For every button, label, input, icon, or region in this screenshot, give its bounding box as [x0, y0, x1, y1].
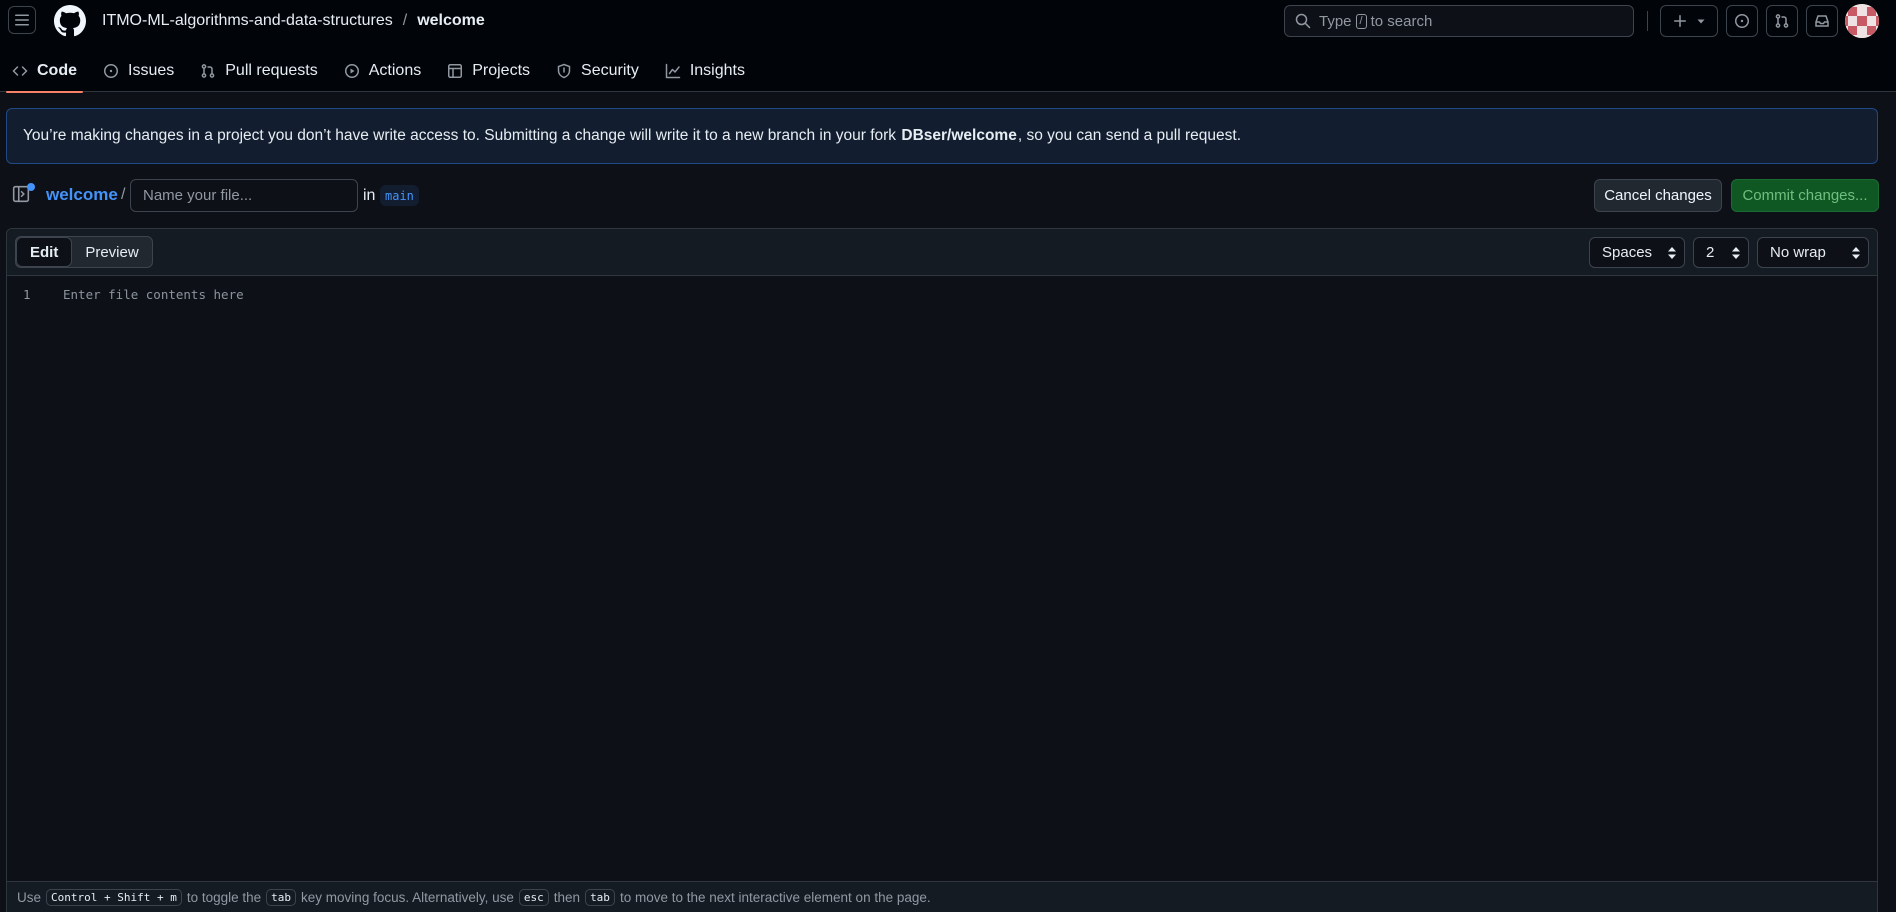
app-header: ITMO-ML-algorithms-and-data-structures /…	[0, 0, 1896, 93]
issues-button[interactable]	[1726, 5, 1758, 37]
inbox-icon	[1815, 15, 1829, 27]
indent-size-select[interactable]: 2	[1693, 237, 1749, 268]
wrap-mode-value: No wrap	[1770, 244, 1826, 261]
issue-icon	[1735, 14, 1749, 28]
avatar[interactable]	[1845, 4, 1879, 38]
tab-label: Code	[37, 62, 77, 79]
issue-opened-icon	[104, 64, 118, 78]
git-pull-request-icon	[201, 64, 215, 78]
menu-button[interactable]	[8, 6, 36, 34]
search-icon	[1295, 13, 1311, 29]
file-bar: welcome / in main Cancel changes Commit …	[0, 178, 1896, 212]
menu-icon	[15, 14, 29, 26]
line-number: 1	[23, 287, 31, 302]
tab-label: Security	[581, 62, 639, 79]
search-suffix: to search	[1370, 12, 1433, 30]
branch-in-label: in	[363, 187, 376, 204]
edit-tab[interactable]: Edit	[16, 237, 73, 267]
table-icon	[448, 64, 463, 78]
repo-link[interactable]: welcome	[417, 12, 485, 30]
tab-pull-requests[interactable]: Pull requests	[188, 50, 330, 92]
pull-request-icon	[1775, 14, 1789, 28]
keyboard-hint-bar: Use Control + Shift + m to toggle the ta…	[7, 881, 1877, 912]
editor-toolbar: Edit Preview Spaces 2 No wrap	[7, 229, 1877, 276]
search-prefix: Type	[1319, 12, 1352, 30]
search-input[interactable]: Type / to search	[1284, 5, 1634, 37]
create-new-button[interactable]	[1660, 5, 1718, 37]
github-logo-icon[interactable]	[54, 5, 86, 37]
path-separator: /	[121, 186, 126, 203]
select-arrows-icon	[1852, 247, 1860, 259]
indent-mode-select[interactable]: Spaces	[1589, 237, 1685, 268]
preview-tab[interactable]: Preview	[72, 237, 151, 267]
plus-icon	[1674, 15, 1686, 27]
hint-text: Use	[17, 890, 42, 905]
shortcut-key: tab	[585, 889, 615, 906]
indent-mode-value: Spaces	[1602, 244, 1653, 261]
tab-actions[interactable]: Actions	[332, 50, 433, 92]
breadcrumb-separator: /	[402, 12, 408, 29]
hint-text: key moving focus. Alternatively, use	[301, 890, 514, 905]
pull-requests-button[interactable]	[1766, 5, 1798, 37]
select-arrows-icon	[1668, 247, 1676, 259]
graph-icon	[665, 63, 681, 79]
tab-issues[interactable]: Issues	[91, 50, 186, 92]
indent-size-value: 2	[1706, 244, 1715, 261]
hint-text: to move to the next interactive element …	[619, 890, 931, 905]
owner-link[interactable]: ITMO-ML-algorithms-and-data-structures	[102, 12, 393, 30]
select-arrows-icon	[1732, 247, 1740, 259]
fork-notice-banner: You’re making changes in a project you d…	[6, 108, 1878, 164]
repo-tabs: Code Issues Pull requests Actions Projec…	[0, 50, 759, 93]
cancel-changes-button[interactable]: Cancel changes	[1594, 179, 1722, 212]
tab-insights[interactable]: Insights	[653, 50, 757, 92]
repo-breadcrumb: ITMO-ML-algorithms-and-data-structures /…	[102, 9, 485, 33]
search-shortcut-key: /	[1355, 13, 1367, 29]
hint-text: to toggle the	[186, 890, 262, 905]
edit-preview-toggle: Edit Preview	[15, 236, 153, 268]
shield-icon	[557, 63, 571, 79]
chevron-down-icon	[1697, 19, 1705, 24]
wrap-mode-select[interactable]: No wrap	[1757, 237, 1869, 268]
tab-label: Actions	[368, 62, 422, 79]
tab-code[interactable]: Code	[0, 50, 89, 93]
tab-label: Pull requests	[225, 62, 318, 79]
hint-text: then	[553, 890, 581, 905]
tab-label: Issues	[128, 62, 175, 79]
fork-name: DBser/welcome	[901, 127, 1017, 144]
tab-projects[interactable]: Projects	[435, 50, 542, 92]
tab-security[interactable]: Security	[544, 50, 651, 92]
file-tree-toggle[interactable]	[12, 183, 35, 205]
inbox-button[interactable]	[1806, 5, 1838, 37]
banner-text: You’re making changes in a project you d…	[23, 127, 897, 144]
notification-dot	[27, 183, 35, 191]
file-editor: Edit Preview Spaces 2 No wrap 1 Enter fi…	[6, 228, 1878, 912]
commit-changes-button[interactable]: Commit changes...	[1731, 179, 1879, 212]
tab-label: Insights	[689, 62, 745, 79]
branch-name-badge: main	[380, 185, 419, 206]
shortcut-key: Control + Shift + m	[46, 889, 182, 906]
tab-label: Projects	[472, 62, 531, 79]
shortcut-key: tab	[266, 889, 297, 906]
file-name-input[interactable]	[130, 179, 358, 212]
code-editor-area[interactable]: Enter file contents here	[63, 287, 244, 302]
play-icon	[344, 64, 359, 78]
header-divider	[1647, 11, 1648, 31]
shortcut-key: esc	[518, 889, 549, 906]
banner-text-end: , so you can send a pull request.	[1017, 127, 1241, 144]
code-icon	[12, 66, 28, 76]
repo-root-link[interactable]: welcome	[46, 185, 118, 205]
